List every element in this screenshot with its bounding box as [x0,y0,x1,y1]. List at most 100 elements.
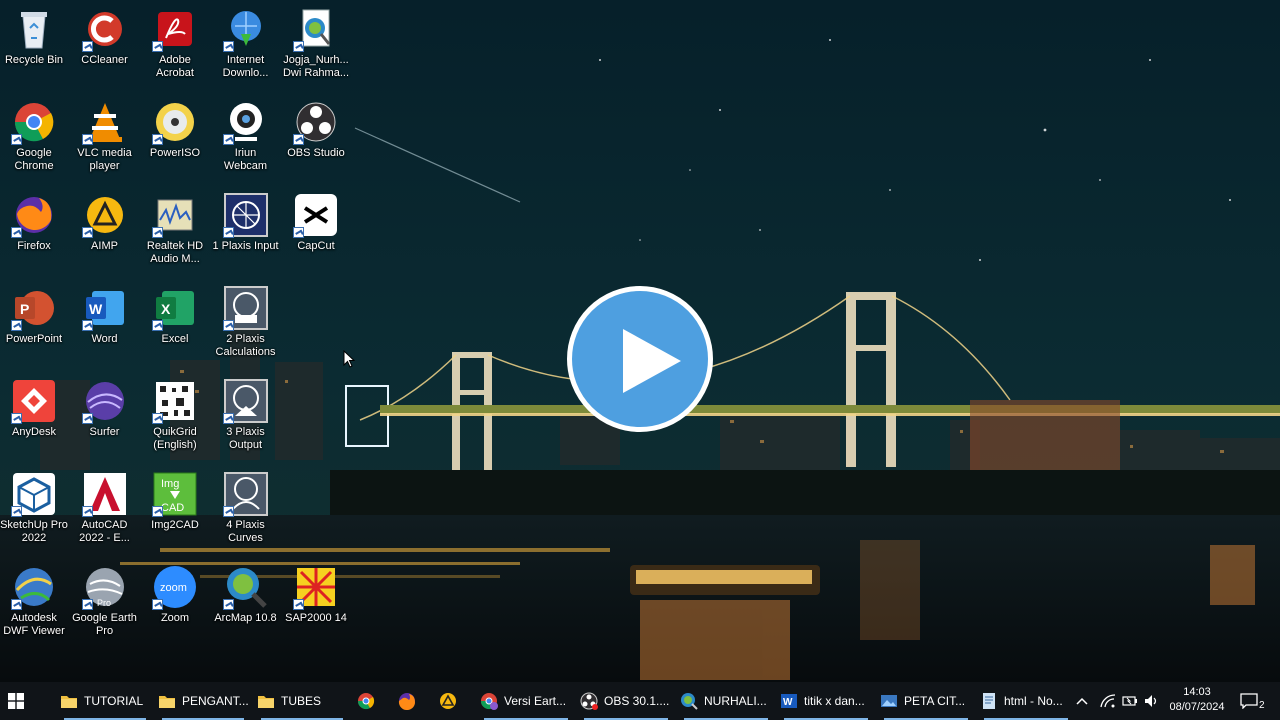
svg-text:Img: Img [161,478,179,490]
taskbar-item-label: TUBES [281,694,322,708]
wifi-icon [1100,694,1116,708]
desktop-icon-arcmap[interactable]: ArcMap 10.8 [211,560,281,650]
desktop-icon-autocad[interactable]: AutoCAD 2022 - E... [70,467,140,557]
desktop-icon-excel[interactable]: X Excel [140,281,210,371]
desktop-icon-label: OBS Studio [287,147,345,159]
desktop-icon-img2cad[interactable]: Img CAD Img2CAD [140,467,210,557]
shortcut-arrow-icon [81,506,93,517]
desktop-icon-poweriso[interactable]: PowerISO [140,95,210,185]
desktop-icon-firefox[interactable]: Firefox [0,188,69,278]
start-button[interactable] [8,682,38,720]
shortcut-arrow-icon [11,599,22,610]
desktop-icon-vlc[interactable]: VLC media player [70,95,140,185]
taskbar-window-3[interactable]: Wtitik x dan... [780,682,872,720]
desktop-icon-arcmap-document[interactable]: Jogja_Nurh... Dwi Rahma... [281,2,351,92]
desktop-icon-word[interactable]: W Word [70,281,140,371]
desktop-icon-google-earth[interactable]: Pro Google Earth Pro [70,560,140,650]
taskbar-window-1[interactable]: OBS 30.1.... [580,682,672,720]
system-clock[interactable]: 14:03 08/07/2024 [1164,685,1230,715]
taskbar-window-4[interactable]: PETA CIT... [880,682,972,720]
taskbar-folder-2[interactable]: TUBES [257,682,347,720]
desktop-icon-chrome[interactable]: Google Chrome [0,95,69,185]
taskbar-folder-1[interactable]: PENGANT... [158,682,248,720]
notification-count: 2 [1258,700,1266,711]
desktop-icon-recycle-bin[interactable]: Recycle Bin [0,2,69,92]
desktop-icon-powerpoint[interactable]: P PowerPoint [0,281,69,371]
desktop-icon-label: SketchUp Pro 2022 [0,519,68,544]
shortcut-arrow-icon [81,41,93,52]
desktop-icon-label: Google Chrome [14,147,54,172]
obs-icon [580,692,598,710]
desktop-icon-dwf-viewer[interactable]: Autodesk DWF Viewer [0,560,69,650]
video-play-button[interactable] [567,286,713,432]
svg-text:P: P [20,301,29,317]
shortcut-arrow-icon [222,320,234,331]
desktop-icon-label: ArcMap 10.8 [214,612,277,624]
taskbar-item-label: titik x dan... [804,694,865,708]
desktop-icon-plaxis-output[interactable]: 3 Plaxis Output [211,374,281,464]
recycle-bin-icon [11,6,57,52]
aimp-icon [81,192,128,238]
taskbar-window-2[interactable]: NURHALI... [680,682,772,720]
taskbar-window-5[interactable]: html - No... [980,682,1072,720]
desktop-icon-anydesk[interactable]: AnyDesk [0,374,69,464]
desktop-icon-realtek-audio[interactable]: Realtek HD Audio M... [140,188,210,278]
shortcut-arrow-icon [222,506,234,517]
shortcut-arrow-icon [152,599,163,610]
show-hidden-icons-button[interactable] [1076,682,1096,720]
surfer-icon [81,378,128,424]
svg-text:CAD: CAD [161,502,184,514]
plaxis-output-icon [222,378,269,424]
shortcut-arrow-icon [222,41,234,52]
taskbar-window-0[interactable]: Versi Eart... [480,682,572,720]
taskbar-folder-0[interactable]: TUTORIAL [60,682,150,720]
taskbar: TUTORIAL PENGANT... TUBES Versi Eart... OBS … [0,682,1280,720]
taskbar-pinned-aimp[interactable] [437,682,465,720]
taskbar-item-label: html - No... [1004,694,1063,708]
taskbar-pinned-firefox[interactable] [396,682,424,720]
obs-icon [293,99,339,145]
dwf-viewer-icon [11,564,57,610]
desktop-icon-surfer[interactable]: Surfer [70,374,140,464]
desktop-icon-zoom[interactable]: zoom Zoom [140,560,210,650]
power-tray-button[interactable] [1122,682,1140,720]
sap2000-icon [293,564,339,610]
realtek-audio-icon [152,192,198,238]
volume-tray-button[interactable] [1144,682,1162,720]
desktop-icon-label: Word [91,333,118,345]
poweriso-icon [152,99,198,145]
shortcut-arrow-icon [222,134,234,145]
wifi-tray-button[interactable] [1100,682,1118,720]
notification-icon [1240,693,1258,709]
desktop-icon-iriun-webcam[interactable]: Iriun Webcam [211,95,281,185]
desktop-icon-sketchup[interactable]: SketchUp Pro 2022 [0,467,69,557]
excel-icon: X [152,285,198,331]
shortcut-arrow-icon [152,506,163,517]
mouse-cursor-icon [343,350,355,368]
shortcut-arrow-icon [152,41,163,52]
desktop-icon-label: Recycle Bin [4,54,64,66]
taskbar-item-label: PENGANT... [182,694,248,708]
windows-start-icon [8,693,24,709]
desktop-icon-label: Excel [161,333,189,345]
chevron-up-icon [1076,697,1088,705]
desktop-icon-quikgrid[interactable]: QuikGrid (English) [140,374,210,464]
desktop-icon-capcut[interactable]: CapCut [281,188,351,278]
shortcut-arrow-icon [152,320,163,331]
desktop-icon-label: Internet Downlo... [222,54,269,79]
plaxis-curves-icon [222,471,269,517]
desktop-icon-sap2000[interactable]: SAP2000 14 [281,560,351,650]
taskbar-item-label: TUTORIAL [84,694,144,708]
desktop-icon-obs[interactable]: OBS Studio [281,95,351,185]
desktop-icon-plaxis-input[interactable]: 1 Plaxis Input [211,188,281,278]
desktop-icon-adobe-acrobat[interactable]: Adobe Acrobat [140,2,210,92]
desktop-icon-internet-download-manager[interactable]: Internet Downlo... [211,2,281,92]
chrome-icon [357,693,375,710]
desktop-icon-plaxis-curves[interactable]: 4 Plaxis Curves [211,467,281,557]
desktop-icon-plaxis-calculations[interactable]: 2 Plaxis Calculations [211,281,281,371]
desktop-icon-ccleaner[interactable]: CCleaner [70,2,140,92]
shortcut-arrow-icon [11,506,22,517]
notification-center-button[interactable]: 2 [1240,682,1270,720]
desktop-icon-aimp[interactable]: AIMP [70,188,140,278]
taskbar-pinned-chrome[interactable] [355,682,383,720]
